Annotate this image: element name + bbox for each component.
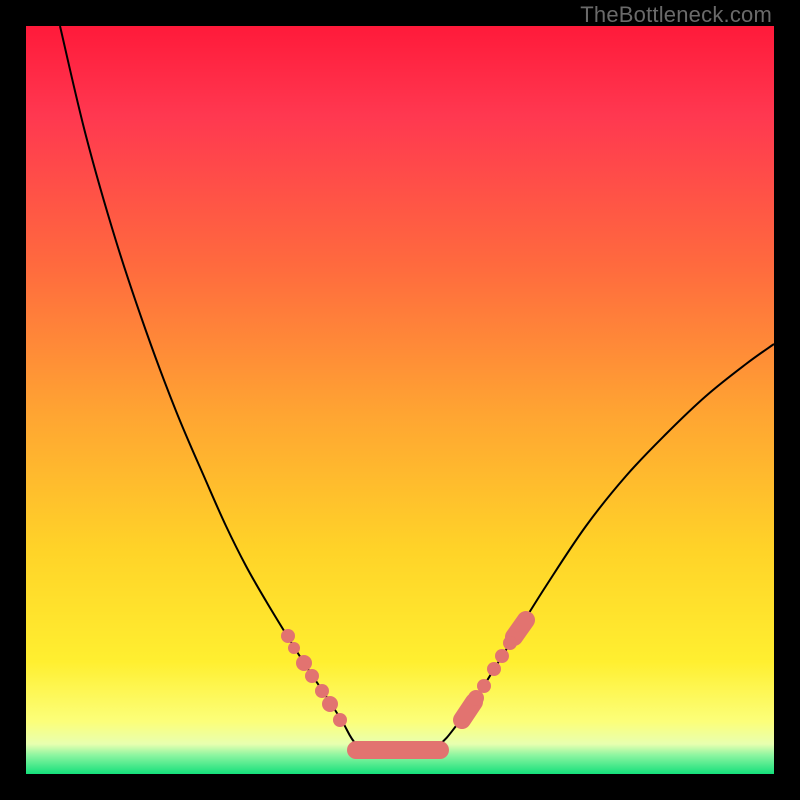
data-point bbox=[495, 649, 509, 663]
data-point bbox=[503, 636, 517, 650]
data-point bbox=[296, 655, 312, 671]
watermark-text: TheBottleneck.com bbox=[580, 2, 772, 28]
marker-dots bbox=[281, 629, 517, 727]
v-curve bbox=[60, 26, 774, 756]
plot-area bbox=[26, 26, 774, 774]
data-point bbox=[305, 669, 319, 683]
data-point bbox=[315, 684, 329, 698]
data-point bbox=[333, 713, 347, 727]
data-point bbox=[288, 642, 300, 654]
marker-pills bbox=[356, 620, 526, 750]
data-point bbox=[322, 696, 338, 712]
data-point bbox=[477, 679, 491, 693]
curve-svg bbox=[26, 26, 774, 774]
data-point bbox=[281, 629, 295, 643]
data-pill bbox=[514, 620, 526, 637]
chart-frame: TheBottleneck.com bbox=[0, 0, 800, 800]
data-point bbox=[487, 662, 501, 676]
